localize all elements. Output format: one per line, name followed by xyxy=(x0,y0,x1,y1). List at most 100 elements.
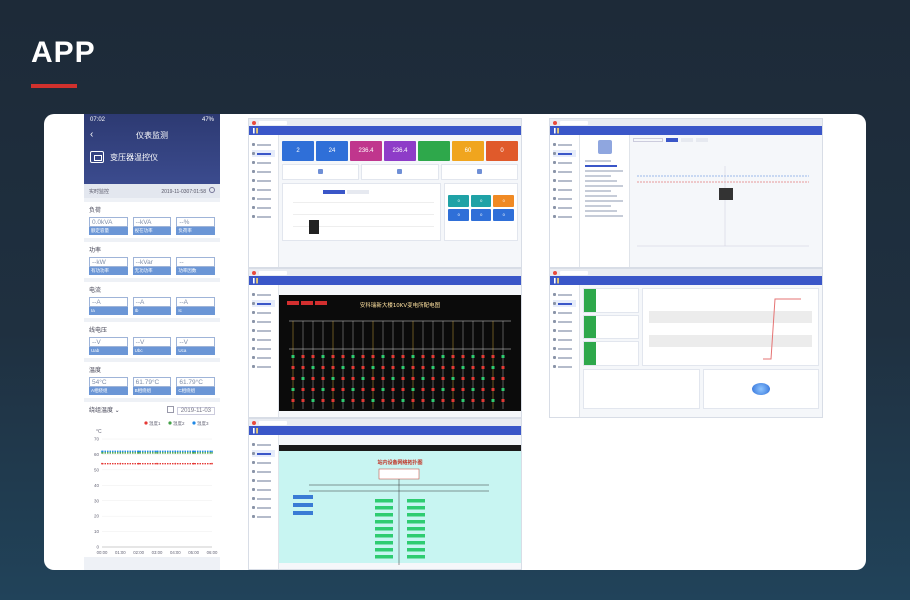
quick-link-1[interactable] xyxy=(282,164,360,180)
sidebar-item[interactable] xyxy=(553,309,576,316)
sidebar-item[interactable] xyxy=(252,195,275,202)
alarm-square[interactable]: 0 xyxy=(470,195,492,207)
trend-date[interactable]: 2019-11-03 xyxy=(176,406,215,415)
sidebar-item[interactable] xyxy=(252,450,275,457)
x-tick-label: 01:00 xyxy=(115,550,126,555)
sidebar-item[interactable] xyxy=(553,327,576,334)
breaker-indicator xyxy=(421,377,425,380)
server-box xyxy=(378,468,420,480)
sidebar-item[interactable] xyxy=(252,177,275,184)
sidebar-item[interactable] xyxy=(553,168,576,175)
sidebar-item[interactable] xyxy=(252,300,275,307)
sidebar-item[interactable] xyxy=(252,504,275,511)
sidebar-item[interactable] xyxy=(252,213,275,220)
summary-tile[interactable]: 2 xyxy=(282,141,314,161)
sidebar-item[interactable] xyxy=(252,468,275,475)
sidebar-item[interactable] xyxy=(553,213,576,220)
device-tree-item[interactable] xyxy=(585,205,611,207)
sidebar-item[interactable] xyxy=(252,363,275,370)
sidebar-item[interactable] xyxy=(252,336,275,343)
summary-tile[interactable]: 60 xyxy=(452,141,484,161)
quick-link-2[interactable] xyxy=(361,164,439,180)
device-tree-item[interactable] xyxy=(585,190,611,192)
device-tree-item[interactable] xyxy=(585,160,611,162)
sidebar-item-icon xyxy=(553,329,556,332)
trend-tab[interactable] xyxy=(347,190,369,194)
sidebar-item[interactable] xyxy=(252,150,275,157)
sidebar-item[interactable] xyxy=(553,363,576,370)
device-tree-item[interactable] xyxy=(585,210,617,212)
breaker-indicator xyxy=(451,355,455,358)
query-button[interactable] xyxy=(666,138,678,142)
calendar-icon[interactable] xyxy=(166,405,174,413)
sidebar-item[interactable] xyxy=(553,336,576,343)
legend-label: 温度2 xyxy=(173,420,185,427)
sidebar-item[interactable] xyxy=(252,513,275,520)
summary-tile[interactable]: 24 xyxy=(316,141,348,161)
sidebar-item[interactable] xyxy=(553,186,576,193)
sidebar-item[interactable] xyxy=(252,309,275,316)
series-point xyxy=(156,462,158,465)
sidebar-item[interactable] xyxy=(252,318,275,325)
alarm-square[interactable]: 0 xyxy=(493,209,514,221)
sidebar-item[interactable] xyxy=(252,345,275,352)
alarm-square[interactable]: 0 xyxy=(448,209,469,221)
measure-label: Ia xyxy=(89,307,128,315)
device-tree-item[interactable] xyxy=(585,200,623,202)
tab-button[interactable] xyxy=(681,138,693,142)
sidebar-item[interactable] xyxy=(553,159,576,166)
sidebar-item[interactable] xyxy=(252,159,275,166)
sidebar-item[interactable] xyxy=(252,327,275,334)
summary-tile[interactable]: 0 xyxy=(486,141,518,161)
breaker-indicator xyxy=(321,366,325,369)
measure-group: 温度 54°C A相绕组 61.79°C B相绕组 61.79°C C相绕组 xyxy=(84,362,220,398)
sidebar-item[interactable] xyxy=(252,186,275,193)
sidebar-item[interactable] xyxy=(252,477,275,484)
sidebar-item[interactable] xyxy=(252,168,275,175)
sidebar-item[interactable] xyxy=(553,318,576,325)
sidebar-item[interactable] xyxy=(252,495,275,502)
sidebar-item[interactable] xyxy=(553,291,576,298)
sidebar-item[interactable] xyxy=(252,354,275,361)
device-tree-item[interactable] xyxy=(585,175,611,177)
sidebar-item[interactable] xyxy=(252,141,275,148)
sidebar-item[interactable] xyxy=(252,291,275,298)
sidebar-item-icon xyxy=(252,515,255,518)
sidebar-item[interactable] xyxy=(553,177,576,184)
device-tree-item[interactable] xyxy=(585,170,623,172)
sidebar-item[interactable] xyxy=(553,141,576,148)
alarm-square[interactable]: 0 xyxy=(470,209,492,221)
device-tree-item[interactable] xyxy=(585,185,623,187)
sidebar-item-icon xyxy=(252,470,255,473)
sidebar-item[interactable] xyxy=(553,345,576,352)
quick-link-3[interactable] xyxy=(440,164,518,180)
trend-tab-active[interactable] xyxy=(323,190,345,194)
sidebar-item[interactable] xyxy=(252,459,275,466)
sidebar-item[interactable] xyxy=(553,204,576,211)
summary-tile[interactable]: 236.4 xyxy=(350,141,382,161)
summary-tile[interactable] xyxy=(418,141,450,161)
sidebar-item[interactable] xyxy=(553,150,576,157)
trend-select[interactable]: 绕组温度 ⌄ xyxy=(89,405,120,414)
device-tree-item[interactable] xyxy=(585,215,623,217)
sidebar-item[interactable] xyxy=(553,195,576,202)
sidebar-item[interactable] xyxy=(252,486,275,493)
chart-tooltip xyxy=(719,188,733,200)
measure-value: --A xyxy=(132,297,172,307)
refresh-icon[interactable] xyxy=(209,187,215,193)
date-input[interactable] xyxy=(633,138,663,142)
sidebar-item[interactable] xyxy=(553,354,576,361)
device-tree-item[interactable] xyxy=(585,195,617,197)
alarm-square[interactable]: 0 xyxy=(448,195,469,207)
tab-button[interactable] xyxy=(696,138,708,142)
sidebar-item[interactable] xyxy=(553,300,576,307)
device-tree-item[interactable] xyxy=(585,180,617,182)
back-arrow-icon[interactable]: ‹ xyxy=(90,129,93,140)
device-tree-item[interactable] xyxy=(585,165,617,167)
breaker-indicator xyxy=(401,399,405,402)
summary-tile[interactable]: 236.4 xyxy=(384,141,416,161)
alarm-square[interactable]: 0 xyxy=(493,195,514,207)
sidebar-item[interactable] xyxy=(252,441,275,448)
sidebar-item[interactable] xyxy=(252,204,275,211)
sidebar-item-icon xyxy=(553,197,556,200)
